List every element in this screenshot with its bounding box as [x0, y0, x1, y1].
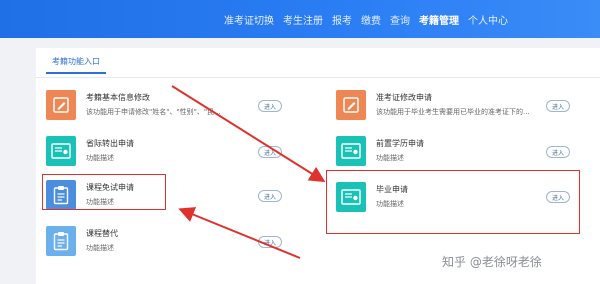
list-item-course-exemption: 课程免试申请 功能描述: [46, 180, 246, 212]
item-description: 功能描述: [376, 200, 404, 208]
certificate-icon: [336, 136, 366, 166]
tab-row: 考籍功能入口: [36, 48, 600, 78]
clipboard-icon: [46, 180, 76, 210]
item-description: 功能描述: [86, 198, 114, 206]
item-title: 课程免试申请: [86, 183, 134, 192]
list-item-ticket-change: 准考证修改申请 该功能用于毕业考生需要用已毕业的准考证下的...: [336, 90, 556, 122]
item-title: 准考证修改申请: [376, 93, 432, 102]
nav-personal-center[interactable]: 个人中心: [468, 12, 508, 27]
edit-icon: [336, 90, 366, 120]
nav-register[interactable]: 考生注册: [283, 12, 323, 27]
certificate-icon: [46, 136, 76, 166]
item-description: 功能描述: [86, 244, 114, 252]
item-title: 考籍基本信息修改: [86, 93, 150, 102]
enter-button-course-substitution[interactable]: 进入: [258, 236, 282, 248]
item-description: 功能描述: [86, 154, 114, 162]
list-item-basic-info: 考籍基本信息修改 该功能用于申请修改"姓名"、"性别"、"民...: [46, 90, 276, 122]
nav-apply-exam[interactable]: 报考: [332, 12, 352, 27]
item-description: 该功能用于毕业考生需要用已毕业的准考证下的...: [376, 108, 530, 116]
enter-button-basic-info[interactable]: 进入: [258, 100, 282, 112]
edit-icon: [46, 90, 76, 120]
item-title: 课程替代: [86, 229, 118, 238]
item-title: 前置学历申请: [376, 139, 424, 148]
nav-ticket-switch[interactable]: 准考证切换: [224, 12, 274, 27]
enter-button-course-exemption[interactable]: 进入: [258, 190, 282, 202]
item-title: 省际转出申请: [86, 139, 134, 148]
list-item-course-substitution: 课程替代 功能描述: [46, 226, 246, 258]
item-description: 功能描述: [376, 154, 404, 162]
list-item-graduation: 毕业申请 功能描述: [336, 182, 536, 214]
clipboard-icon: [46, 226, 76, 256]
tab-records-functions[interactable]: 考籍功能入口: [46, 56, 106, 74]
nav-query[interactable]: 查询: [390, 12, 410, 27]
enter-button-prior-education[interactable]: 进入: [546, 146, 570, 158]
nav-records-management[interactable]: 考籍管理: [419, 12, 459, 27]
enter-button-graduation[interactable]: 进入: [546, 191, 570, 203]
item-description: 该功能用于申请修改"姓名"、"性别"、"民...: [86, 108, 221, 116]
list-item-prior-education: 前置学历申请 功能描述: [336, 136, 536, 168]
item-title: 毕业申请: [376, 185, 408, 194]
function-panel: 考籍功能入口 考籍基本信息修改 该功能用于申请修改"姓名"、"性别"、"民...…: [36, 48, 600, 284]
enter-button-transfer-out[interactable]: 进入: [258, 146, 282, 158]
watermark: 知乎 @老徐呀老徐: [442, 255, 542, 269]
enter-button-ticket-change[interactable]: 进入: [546, 100, 570, 112]
nav-payment[interactable]: 缴费: [361, 12, 381, 27]
certificate-icon: [336, 182, 366, 212]
main-nav: 准考证切换 考生注册 报考 缴费 查询 考籍管理 个人中心: [215, 0, 508, 38]
list-item-transfer-out: 省际转出申请 功能描述: [46, 136, 246, 168]
top-navigation-bar: 准考证切换 考生注册 报考 缴费 查询 考籍管理 个人中心: [0, 0, 600, 38]
